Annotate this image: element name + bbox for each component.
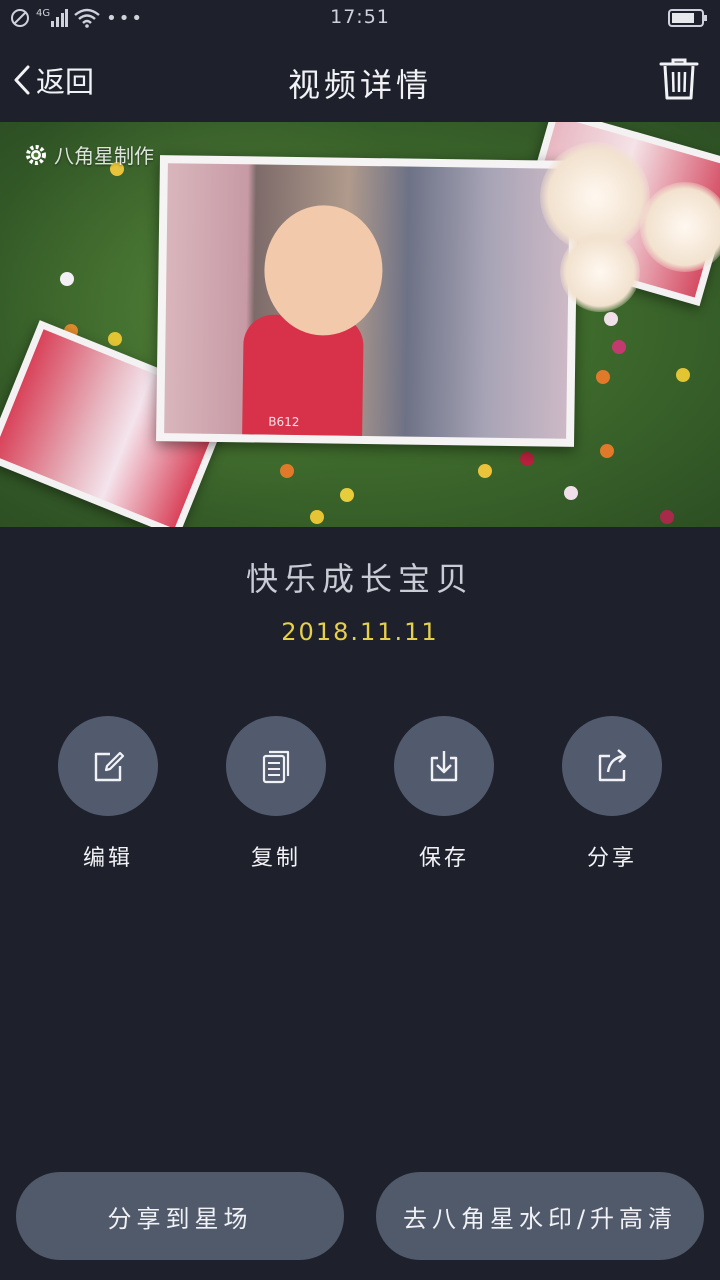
copy-button[interactable]: 复制 <box>216 716 336 872</box>
flower-decoration <box>108 332 122 346</box>
flower-decoration <box>60 272 74 286</box>
edit-icon <box>94 751 125 782</box>
save-label: 保存 <box>418 846 469 871</box>
remove-watermark-hd-button[interactable]: 去八角星水印/升高清 <box>376 1172 704 1260</box>
flower-decoration <box>310 510 324 524</box>
flower-decoration <box>478 464 492 478</box>
battery-icon <box>668 9 707 27</box>
flower-decoration <box>604 312 618 326</box>
save-button[interactable]: 保存 <box>384 716 504 872</box>
copy-label: 复制 <box>250 846 301 871</box>
action-row: 编辑 复制 保存 分享 <box>0 716 720 876</box>
gear-icon <box>26 144 46 165</box>
edit-label: 编辑 <box>82 846 133 871</box>
page-title: 视频详情 <box>287 66 432 104</box>
video-title: 快乐成长宝贝 <box>245 560 474 598</box>
flower-decoration <box>600 444 614 458</box>
trash-icon <box>659 58 699 100</box>
status-time: 17:51 <box>330 6 390 28</box>
flower-decoration <box>520 452 534 466</box>
status-bar: 4G ••• 17:51 <box>0 0 720 36</box>
delete-button[interactable] <box>658 56 700 102</box>
video-preview[interactable]: B612 八角星制作 <box>0 122 720 527</box>
flower-decoration <box>596 370 610 384</box>
baby-figure <box>242 314 364 436</box>
flower-decoration <box>564 486 578 500</box>
baby-face <box>263 204 384 337</box>
blossom-decoration <box>560 232 640 312</box>
share-icon <box>598 749 627 782</box>
app-header: 返回 视频详情 <box>0 36 720 122</box>
flower-decoration <box>676 368 690 382</box>
flower-decoration <box>280 464 294 478</box>
flower-decoration <box>660 510 674 524</box>
share-label: 分享 <box>586 846 637 871</box>
edit-button[interactable]: 编辑 <box>48 716 168 872</box>
share-button[interactable]: 分享 <box>552 716 672 872</box>
share-to-square-button[interactable]: 分享到星场 <box>16 1172 344 1260</box>
photo-tag: B612 <box>268 414 300 430</box>
copy-icon <box>262 750 290 784</box>
watermark-text: 八角星制作 <box>54 144 154 168</box>
watermark: 八角星制作 <box>24 140 154 169</box>
blossom-decoration <box>640 182 720 272</box>
video-date: 2018.11.11 <box>281 618 439 646</box>
save-icon <box>430 751 458 782</box>
flower-decoration <box>612 340 626 354</box>
photo-frame-main: B612 <box>156 155 578 447</box>
flower-decoration <box>340 488 354 502</box>
